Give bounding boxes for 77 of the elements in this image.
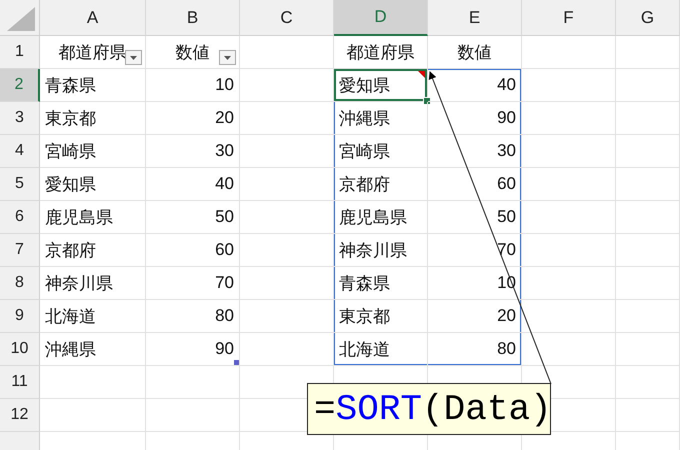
row-header[interactable]: 10: [0, 333, 40, 366]
row-header[interactable]: 3: [0, 102, 40, 135]
cell-text: 東京都: [339, 306, 390, 328]
cell-text: 愛知県: [45, 174, 96, 196]
cell-text: 60: [497, 174, 516, 194]
table-cell: [616, 102, 680, 135]
cell-text: 60: [215, 240, 234, 260]
cell-text: 神奈川県: [45, 272, 113, 294]
column-header[interactable]: D: [334, 0, 428, 36]
table-cell: [616, 333, 680, 366]
cell-text: 20: [215, 108, 234, 128]
row-header[interactable]: 12: [0, 399, 40, 432]
cell-text: 都道府県: [58, 42, 126, 64]
row-header[interactable]: 1: [0, 36, 40, 69]
cell-text: 80: [215, 306, 234, 326]
cell-text: 青森県: [45, 74, 96, 96]
table-cell: [616, 267, 680, 300]
cell-text: 神奈川県: [339, 240, 407, 262]
fill-handle[interactable]: [423, 97, 431, 105]
table-cell: [616, 135, 680, 168]
table-cell: [616, 366, 680, 399]
column-header[interactable]: A: [40, 0, 146, 36]
cell-text: 70: [215, 273, 234, 293]
cell-text: 鹿児島県: [339, 206, 407, 228]
cell-text: 都道府県: [346, 42, 414, 64]
cell-text: 50: [497, 207, 516, 227]
column-header[interactable]: C: [240, 0, 334, 36]
row-header[interactable]: 7: [0, 234, 40, 267]
cell-text: 沖縄県: [339, 108, 390, 130]
cell-text: 数値: [176, 42, 210, 64]
column-header[interactable]: B: [146, 0, 240, 36]
table-resize-handle[interactable]: [234, 360, 239, 365]
cell-text: 愛知県: [339, 74, 390, 96]
row-header[interactable]: 6: [0, 201, 40, 234]
cell-text: 京都府: [339, 174, 390, 196]
row-header[interactable]: 11: [0, 366, 40, 399]
table-cell: [616, 399, 680, 432]
column-header[interactable]: E: [428, 0, 522, 36]
formula-text: =SORT(Data): [314, 388, 552, 430]
cell-text: 北海道: [339, 338, 390, 360]
table-cell: [616, 300, 680, 333]
cell-text: 北海道: [45, 306, 96, 328]
cell-text: 50: [215, 207, 234, 227]
cell-text: 30: [215, 141, 234, 161]
cell-text: 80: [497, 339, 516, 359]
cell-text: 宮崎県: [339, 140, 390, 162]
table-cell: [616, 168, 680, 201]
cell-text: 10: [215, 75, 234, 95]
column-header[interactable]: F: [522, 0, 616, 36]
cell-text: 40: [215, 174, 234, 194]
cell-text: 京都府: [45, 240, 96, 262]
row-header[interactable]: 2: [0, 69, 40, 102]
row-header[interactable]: 8: [0, 267, 40, 300]
caret-icon: [130, 56, 137, 60]
cell-text: 沖縄県: [45, 338, 96, 360]
cell-text: 90: [215, 339, 234, 359]
cell-text: 東京都: [45, 108, 96, 130]
cell-text: 青森県: [339, 272, 390, 294]
cell-text: 数値: [458, 42, 492, 64]
row-header[interactable]: 9: [0, 300, 40, 333]
cell-text: 30: [497, 141, 516, 161]
row-header[interactable]: 5: [0, 168, 40, 201]
filter-dropdown-button[interactable]: [125, 50, 142, 65]
table-cell: [616, 69, 680, 102]
cell-text: 鹿児島県: [45, 206, 113, 228]
cell-text: 宮崎県: [45, 140, 96, 162]
table-cell: [616, 36, 680, 69]
caret-icon: [224, 56, 231, 60]
cell-text: 20: [497, 306, 516, 326]
row-header[interactable]: 4: [0, 135, 40, 168]
cell-text: 90: [497, 108, 516, 128]
cell-text: 40: [497, 75, 516, 95]
active-cell[interactable]: 愛知県: [334, 69, 428, 102]
filter-dropdown-button[interactable]: [219, 50, 236, 65]
table-cell: [616, 201, 680, 234]
column-header[interactable]: G: [616, 0, 680, 36]
table-cell: [616, 234, 680, 267]
